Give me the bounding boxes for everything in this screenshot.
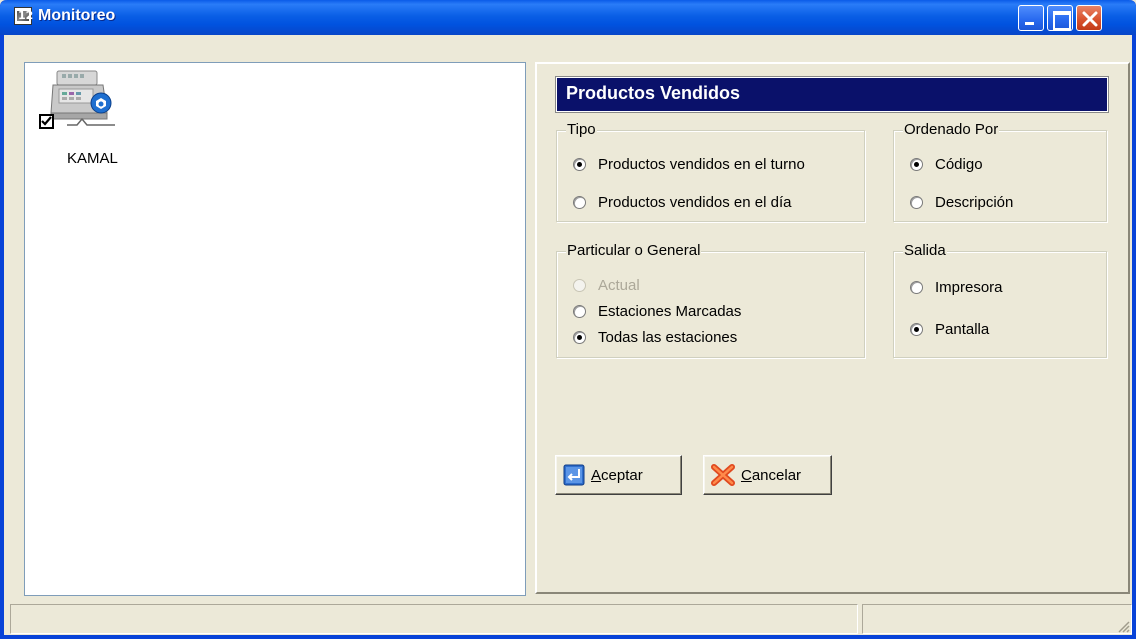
tipo-legend: Tipo — [566, 121, 597, 139]
app-icon[interactable]: 12 — [14, 7, 34, 25]
window-title: Monitoreo — [38, 7, 116, 24]
radio-actual: Actual — [573, 277, 640, 294]
particular-general-group: Particular o General Actual Estaciones M… — [556, 242, 865, 358]
radio-label: Productos vendidos en el día — [598, 194, 792, 211]
radio-button[interactable] — [910, 158, 923, 171]
report-options-panel: Productos Vendidos Tipo Productos vendid… — [535, 62, 1130, 594]
station-checkbox[interactable] — [39, 114, 54, 129]
radio-label: Código — [935, 156, 983, 173]
close-button[interactable] — [1076, 5, 1102, 31]
status-bar — [6, 601, 1132, 635]
stations-panel[interactable]: KAMAL — [24, 62, 526, 596]
radio-impresora[interactable]: Impresora — [910, 279, 1003, 296]
monitoreo-window: 12 Monitoreo KAMAL Productos Vendidos Ti… — [0, 0, 1136, 639]
maximize-button[interactable] — [1047, 5, 1073, 31]
enter-icon — [563, 464, 585, 486]
radio-codigo[interactable]: Código — [910, 156, 983, 173]
cancelar-mnemonic: C — [741, 466, 752, 484]
radio-button[interactable] — [573, 331, 586, 344]
checkmark-icon — [41, 116, 52, 126]
cash-register-icon — [50, 70, 115, 126]
aceptar-label-rest: ceptar — [601, 466, 643, 484]
radio-button[interactable] — [910, 281, 923, 294]
radio-label: Estaciones Marcadas — [598, 303, 742, 320]
title-bar[interactable]: 12 Monitoreo — [0, 0, 1136, 35]
ordenado-group: Ordenado Por Código Descripción — [893, 121, 1107, 222]
radio-productos-turno[interactable]: Productos vendidos en el turno — [573, 156, 805, 173]
radio-label: Actual — [598, 277, 640, 294]
status-panel-main — [10, 604, 858, 634]
salida-legend: Salida — [903, 242, 947, 260]
radio-button — [573, 279, 586, 292]
close-icon — [1082, 11, 1098, 27]
radio-button[interactable] — [910, 323, 923, 336]
radio-estaciones-marcadas[interactable]: Estaciones Marcadas — [573, 303, 741, 320]
radio-button[interactable] — [910, 196, 923, 209]
station-item[interactable]: KAMAL — [37, 67, 127, 167]
radio-button[interactable] — [573, 158, 586, 171]
cancelar-label: Cancelar — [741, 467, 801, 484]
minimize-button[interactable] — [1018, 5, 1044, 31]
aceptar-button[interactable]: Aceptar — [555, 455, 682, 495]
salida-group: Salida Impresora Pantalla — [893, 242, 1107, 358]
radio-label: Descripción — [935, 194, 1014, 211]
app-icon-text: 12 — [18, 9, 34, 22]
particular-legend: Particular o General — [566, 242, 702, 260]
radio-label: Impresora — [935, 279, 1003, 296]
cancel-x-icon — [711, 464, 735, 486]
tipo-group: Tipo Productos vendidos en el turno Prod… — [556, 121, 865, 222]
status-panel-secondary — [862, 604, 1132, 634]
aceptar-mnemonic: A — [591, 466, 602, 484]
radio-button[interactable] — [573, 196, 586, 209]
radio-pantalla[interactable]: Pantalla — [910, 321, 989, 338]
radio-descripcion[interactable]: Descripción — [910, 194, 1013, 211]
cancelar-label-rest: ancelar — [751, 466, 802, 484]
resize-grip-icon[interactable] — [1116, 619, 1130, 633]
aceptar-label: Aceptar — [591, 467, 643, 484]
radio-productos-dia[interactable]: Productos vendidos en el día — [573, 194, 791, 211]
radio-label: Todas las estaciones — [598, 329, 738, 346]
cancelar-button[interactable]: Cancelar — [703, 455, 832, 495]
radio-button[interactable] — [573, 305, 586, 318]
radio-label: Pantalla — [935, 321, 990, 338]
radio-label: Productos vendidos en el turno — [598, 156, 805, 173]
ordenado-legend: Ordenado Por — [903, 121, 1000, 139]
radio-todas-estaciones[interactable]: Todas las estaciones — [573, 329, 737, 346]
station-label: KAMAL — [67, 150, 118, 167]
report-title: Productos Vendidos — [555, 76, 1109, 113]
